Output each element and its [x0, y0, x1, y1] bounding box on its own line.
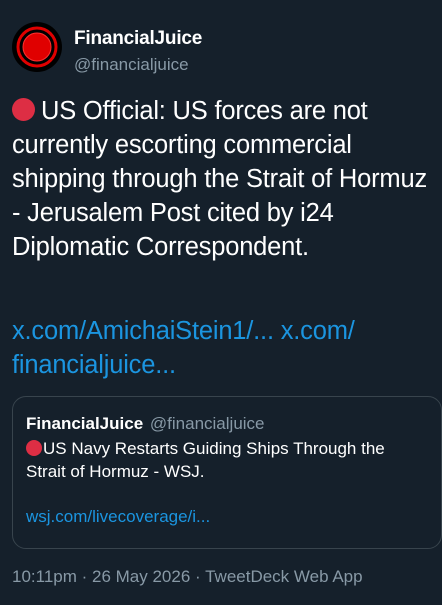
tweet-meta[interactable]: 10:11pm · 26 May 2026 · TweetDeck Web Ap… — [12, 566, 363, 588]
avatar[interactable] — [12, 22, 62, 72]
red-circle-icon — [12, 98, 35, 121]
quoted-author-name: FinancialJuice — [26, 414, 144, 433]
tweet-text: US Official: US forces are not currently… — [12, 94, 437, 264]
quoted-tweet-text-line2: Strait of Hormuz - WSJ. — [26, 462, 205, 481]
quoted-tweet[interactable]: FinancialJuice @financialjuice US Navy R… — [12, 396, 442, 549]
tweet-text-line1: US Official: US forces are not — [41, 97, 368, 125]
quoted-text-1: US Navy Restarts Guiding Ships Through t… — [43, 439, 385, 458]
tweet-header: FinancialJuice @financialjuice — [12, 22, 202, 76]
quoted-tweet-header: FinancialJuice @financialjuice — [26, 413, 441, 435]
author-handle[interactable]: @financialjuice — [74, 54, 202, 76]
quoted-tweet-link[interactable]: wsj.com/livecoverage/i... — [26, 506, 441, 528]
tweet-link-amichaistein[interactable]: x.com/AmichaiStein1/... — [12, 317, 274, 345]
red-target-logo-icon — [13, 23, 61, 71]
author-names: FinancialJuice @financialjuice — [74, 28, 202, 76]
red-circle-icon — [26, 440, 42, 456]
tweet-card[interactable]: FinancialJuice @financialjuice US Offici… — [0, 0, 442, 605]
tweet-text-rest: currently escorting commercial shipping … — [12, 131, 427, 261]
quoted-author-handle: @financialjuice — [149, 414, 265, 433]
author-display-name[interactable]: FinancialJuice — [74, 28, 202, 50]
quoted-tweet-text-line1: US Navy Restarts Guiding Ships Through t… — [26, 437, 441, 460]
tweet-links: x.com/AmichaiStein1/... x.com/ financial… — [12, 314, 437, 382]
